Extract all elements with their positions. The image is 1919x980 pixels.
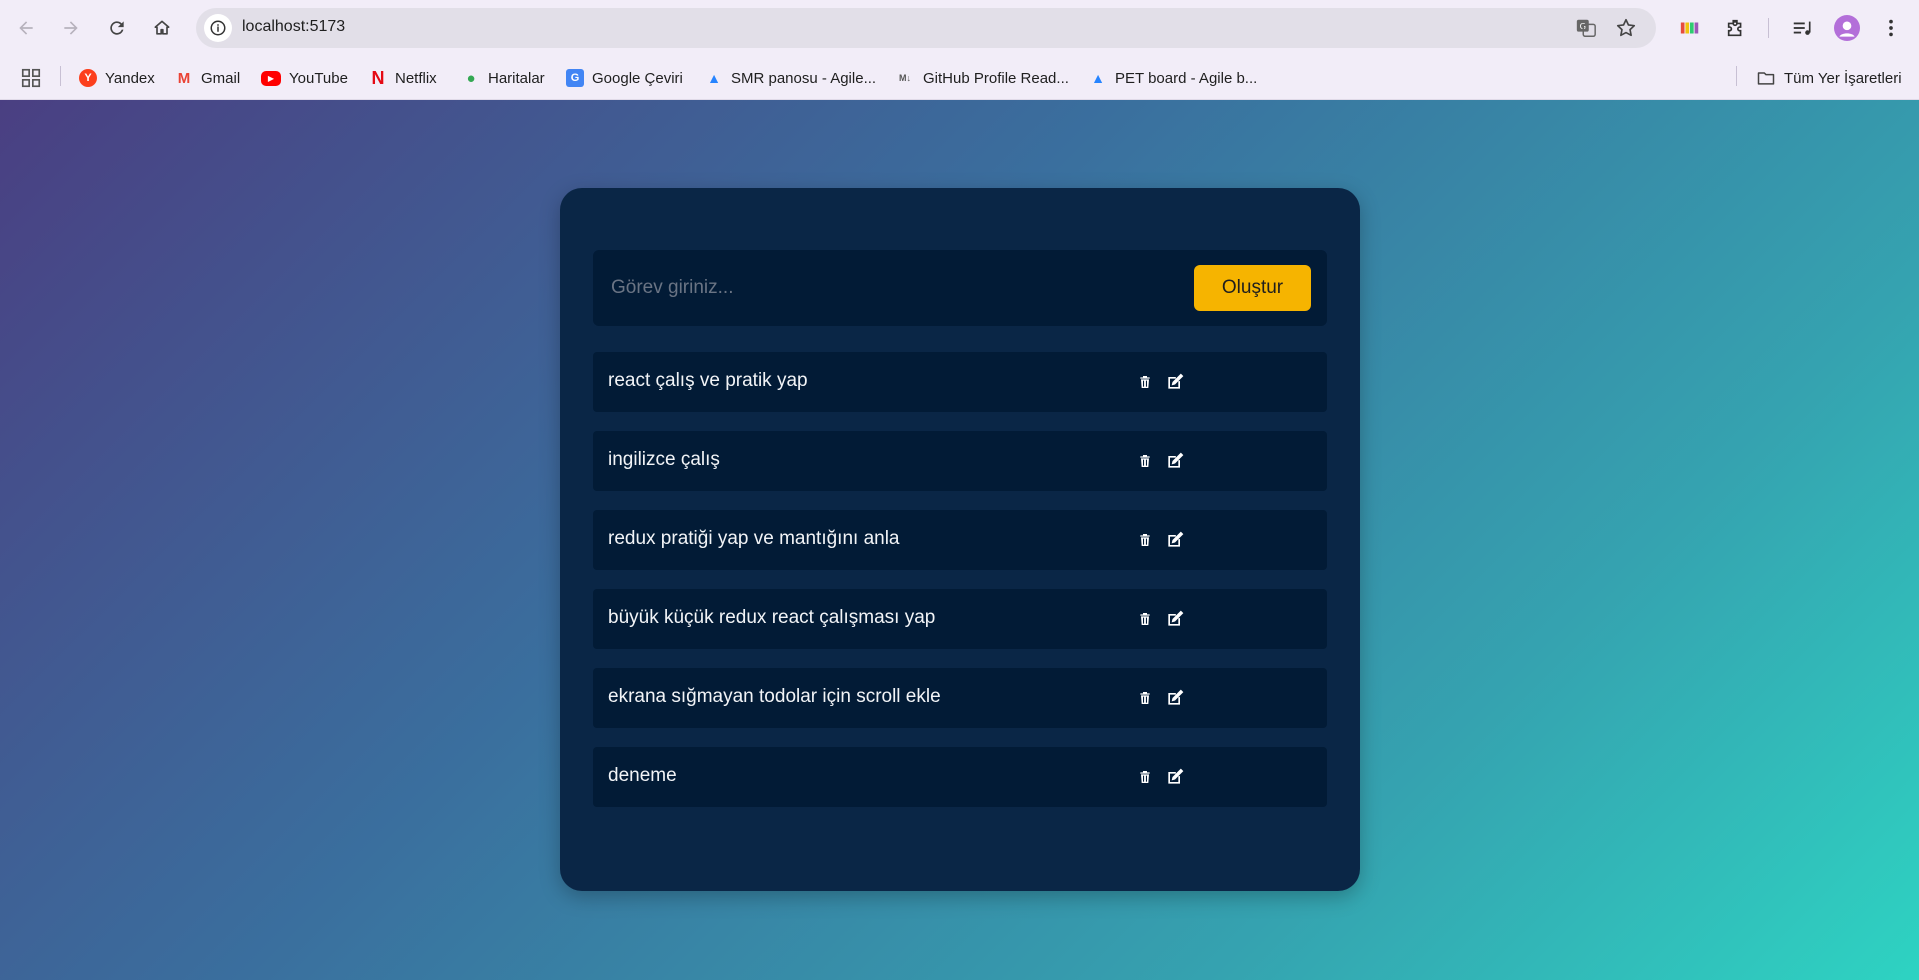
bookmark-pet-board[interactable]: ▲ PET board - Agile b... <box>1089 66 1257 90</box>
todo-text: redux pratiği yap ve mantığını anla <box>608 528 900 549</box>
netflix-icon: N <box>371 67 385 88</box>
todo-text: deneme <box>608 765 677 786</box>
todo-text: ekrana sığmayan todolar için scroll ekle <box>608 686 941 707</box>
toolbar-divider <box>1768 18 1769 38</box>
forward-arrow-icon <box>64 21 78 35</box>
bookmark-netflix[interactable]: N Netflix <box>369 66 437 90</box>
bookmark-label: Netflix <box>395 69 437 87</box>
bookmarks-divider <box>1736 66 1737 86</box>
todo-text: ingilizce çalış <box>608 449 720 470</box>
todo-item: redux pratiği yap ve mantığını anla <box>593 510 1327 570</box>
todo-text: react çalış ve pratik yap <box>608 370 808 391</box>
all-bookmarks-label: Tüm Yer İşaretleri <box>1784 69 1902 87</box>
bookmark-google-ceviri[interactable]: G Google Çeviri <box>566 66 683 90</box>
edit-icon[interactable] <box>1163 607 1187 631</box>
browser-toolbar: localhost:5173 G <box>0 0 1919 56</box>
bookmark-github-profile[interactable]: M↓ GitHub Profile Read... <box>895 66 1069 90</box>
bookmarks-bar: Y Yandex M Gmail ▶ YouTube N Netflix ● H… <box>0 56 1919 100</box>
bookmark-label: PET board - Agile b... <box>1115 69 1258 87</box>
url-text: localhost:5173 <box>242 18 346 35</box>
bookmark-gmail[interactable]: M Gmail <box>175 66 240 90</box>
readme-icon: M↓ <box>899 73 911 83</box>
yandex-icon: Y <box>79 69 97 87</box>
reload-button[interactable] <box>101 12 133 44</box>
bookmark-label: Google Çeviri <box>592 69 683 87</box>
atlassian-icon: ▲ <box>1091 70 1105 86</box>
todo-item: deneme <box>593 747 1327 807</box>
trash-icon[interactable] <box>1133 686 1157 710</box>
todo-item: büyük küçük redux react çalışması yap <box>593 589 1327 649</box>
trash-icon[interactable] <box>1133 607 1157 631</box>
trash-icon[interactable] <box>1133 528 1157 552</box>
trash-icon[interactable] <box>1133 449 1157 473</box>
bookmark-label: GitHub Profile Read... <box>923 69 1069 87</box>
bookmark-haritalar[interactable]: ● Haritalar <box>462 66 545 90</box>
task-input[interactable] <box>593 250 1183 326</box>
todo-item: react çalış ve pratik yap <box>593 352 1327 412</box>
back-arrow-icon <box>19 21 33 35</box>
bookmark-youtube[interactable]: ▶ YouTube <box>261 66 348 90</box>
gmail-icon: M <box>177 69 191 87</box>
edit-icon[interactable] <box>1163 765 1187 789</box>
trash-icon[interactable] <box>1133 765 1157 789</box>
apps-grid-icon[interactable] <box>20 66 42 90</box>
site-info-icon[interactable] <box>204 14 232 42</box>
bookmark-yandex[interactable]: Y Yandex <box>79 66 155 90</box>
atlassian-icon: ▲ <box>707 70 721 86</box>
maps-icon: ● <box>466 69 476 87</box>
bookmark-star-icon[interactable] <box>1614 16 1638 40</box>
todo-item: ekrana sığmayan todolar için scroll ekle <box>593 668 1327 728</box>
browser-menu-icon[interactable] <box>1877 14 1905 42</box>
youtube-icon: ▶ <box>261 70 281 86</box>
forward-button[interactable] <box>55 12 87 44</box>
todo-card: Oluştur react çalış ve pratik yap ingili… <box>560 188 1360 891</box>
create-button[interactable]: Oluştur <box>1194 265 1311 311</box>
bookmark-label: Haritalar <box>488 69 545 87</box>
bookmark-label: Yandex <box>105 69 155 87</box>
edit-icon[interactable] <box>1163 449 1187 473</box>
bookmark-label: Gmail <box>201 69 241 87</box>
profile-avatar-icon[interactable] <box>1833 14 1861 42</box>
todo-text: büyük küçük redux react çalışması yap <box>608 607 936 628</box>
all-bookmarks-folder[interactable]: Tüm Yer İşaretleri <box>1756 66 1902 90</box>
translate-icon: G <box>566 69 584 87</box>
page-viewport: Oluştur react çalış ve pratik yap ingili… <box>0 100 1919 980</box>
address-bar[interactable]: localhost:5173 G <box>196 8 1656 48</box>
edit-icon[interactable] <box>1163 686 1187 710</box>
todo-form: Oluştur <box>593 250 1327 326</box>
edit-icon[interactable] <box>1163 528 1187 552</box>
media-controls-icon[interactable] <box>1788 14 1816 42</box>
back-button[interactable] <box>10 12 42 44</box>
bookmark-label: YouTube <box>289 69 348 87</box>
extensions-puzzle-icon[interactable] <box>1722 14 1750 42</box>
folder-icon <box>1757 72 1775 85</box>
todo-item: ingilizce çalış <box>593 431 1327 491</box>
bookmarks-divider <box>60 66 61 86</box>
extension-colorful-icon[interactable] <box>1676 14 1704 42</box>
home-button[interactable] <box>146 12 178 44</box>
home-icon <box>154 20 170 35</box>
bookmark-smr-panosu[interactable]: ▲ SMR panosu - Agile... <box>705 66 876 90</box>
trash-icon[interactable] <box>1133 370 1157 394</box>
edit-icon[interactable] <box>1163 370 1187 394</box>
bookmark-label: SMR panosu - Agile... <box>731 69 877 87</box>
reload-icon <box>110 21 124 35</box>
translate-page-icon[interactable]: G <box>1574 16 1598 40</box>
